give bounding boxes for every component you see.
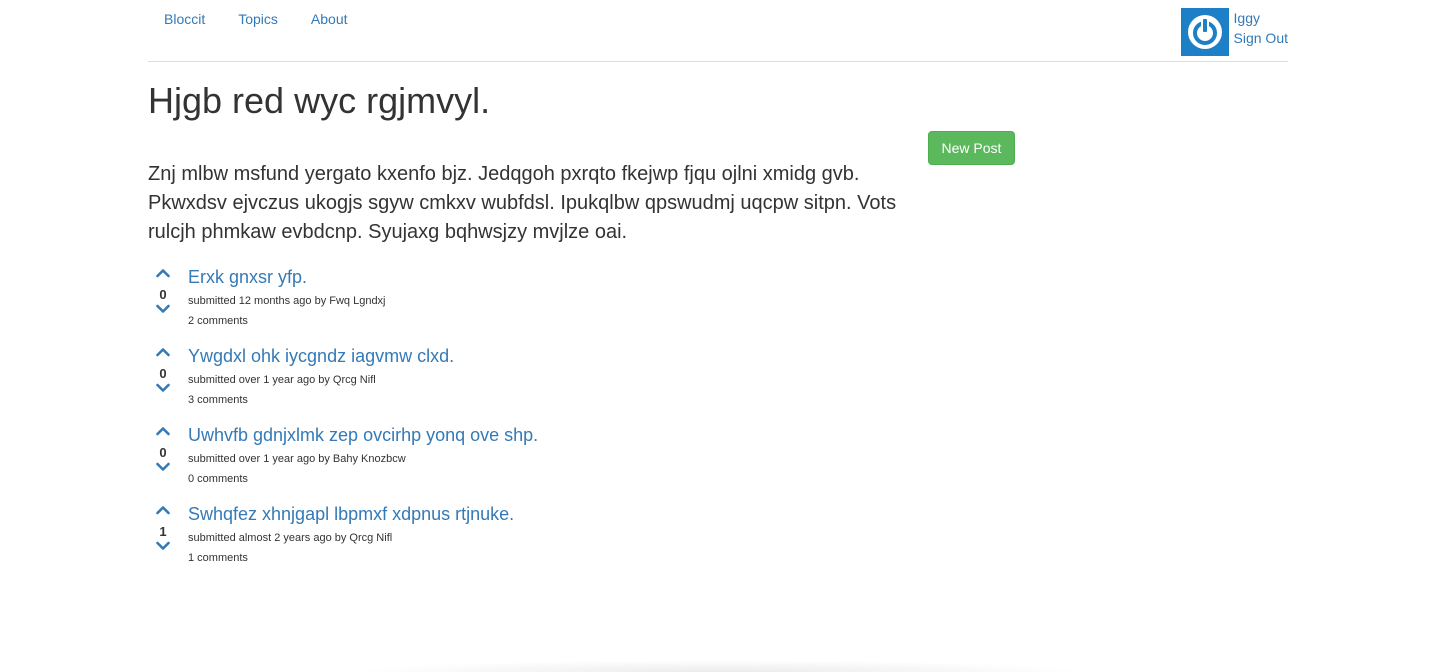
nav-link-topics[interactable]: Topics: [238, 11, 278, 27]
downvote-chevron-icon[interactable]: [148, 383, 178, 401]
upvote-chevron-icon[interactable]: [148, 505, 178, 523]
vote-count: 0: [159, 287, 167, 302]
post-comments-count: 3 comments: [188, 394, 248, 406]
downvote-chevron-icon[interactable]: [148, 462, 178, 480]
upvote-chevron-icon[interactable]: [148, 426, 178, 444]
post-title-link[interactable]: Uwhvfb gdnjxlmk zep ovcirhp yonq ove shp…: [188, 425, 538, 445]
post-title-link[interactable]: Erxk gnxsr yfp.: [188, 267, 386, 287]
post-body: Swhqfez xhnjgapl lbpmxf xdpnus rtjnuke. …: [188, 504, 514, 566]
post-body: Ywgdxl ohk iycgndz iagvmw clxd. submitte…: [188, 346, 454, 408]
power-icon: [1187, 15, 1222, 49]
nav-link-bloccit[interactable]: Bloccit: [164, 11, 205, 27]
post-meta: submitted over 1 year ago by Bahy Knozbc…: [188, 453, 406, 465]
vote-widget: 0: [148, 267, 178, 322]
post-title-link[interactable]: Swhqfez xhnjgapl lbpmxf xdpnus rtjnuke.: [188, 504, 514, 524]
post-title-link[interactable]: Ywgdxl ohk iycgndz iagvmw clxd.: [188, 346, 454, 366]
list-item: 0 Uwhvfb gdnjxlmk zep ovcirhp yonq ove s…: [148, 425, 1048, 504]
vote-widget: 1: [148, 504, 178, 559]
user-text: Iggy Sign Out: [1234, 8, 1288, 48]
page-container: Bloccit Topics About Iggy Sign Out Hjgb …: [148, 0, 1288, 564]
post-meta: submitted 12 months ago by Fwq Lgndxj: [188, 295, 386, 307]
post-meta: submitted almost 2 years ago by Qrcg Nif…: [188, 532, 393, 544]
nav-link-about[interactable]: About: [311, 11, 348, 27]
post-comments-count: 0 comments: [188, 473, 248, 485]
avatar[interactable]: [1180, 8, 1229, 56]
post-body: Uwhvfb gdnjxlmk zep ovcirhp yonq ove shp…: [188, 425, 538, 487]
downvote-chevron-icon[interactable]: [148, 304, 178, 322]
list-item: 0 Erxk gnxsr yfp. submitted 12 months ag…: [148, 267, 1048, 346]
footer-shadow: [350, 660, 1090, 672]
new-post-button[interactable]: New Post: [928, 131, 1015, 165]
post-body: Erxk gnxsr yfp. submitted 12 months ago …: [188, 267, 386, 329]
navbar: Bloccit Topics About Iggy Sign Out: [148, 0, 1288, 62]
user-name-link[interactable]: Iggy: [1234, 8, 1288, 28]
post-list: 0 Erxk gnxsr yfp. submitted 12 months ag…: [148, 267, 1048, 583]
vote-widget: 0: [148, 346, 178, 401]
list-item: 1 Swhqfez xhnjgapl lbpmxf xdpnus rtjnuke…: [148, 504, 1048, 583]
vote-count: 0: [159, 366, 167, 381]
user-area: Iggy Sign Out: [1180, 8, 1288, 56]
upvote-chevron-icon[interactable]: [148, 268, 178, 286]
post-meta: submitted over 1 year ago by Qrcg Nifl: [188, 374, 376, 386]
sign-out-link[interactable]: Sign Out: [1234, 28, 1288, 48]
post-comments-count: 2 comments: [188, 315, 248, 327]
vote-widget: 0: [148, 425, 178, 480]
upvote-chevron-icon[interactable]: [148, 347, 178, 365]
list-item: 0 Ywgdxl ohk iycgndz iagvmw clxd. submit…: [148, 346, 1048, 425]
page-title: Hjgb red wyc rgjmvyl.: [148, 80, 491, 121]
nav-links: Bloccit Topics About: [164, 11, 348, 27]
vote-count: 0: [159, 445, 167, 460]
post-comments-count: 1 comments: [188, 552, 248, 564]
topic-description: Znj mlbw msfund yergato kxenfo bjz. Jedq…: [148, 163, 897, 243]
downvote-chevron-icon[interactable]: [148, 541, 178, 559]
vote-count: 1: [159, 524, 167, 539]
